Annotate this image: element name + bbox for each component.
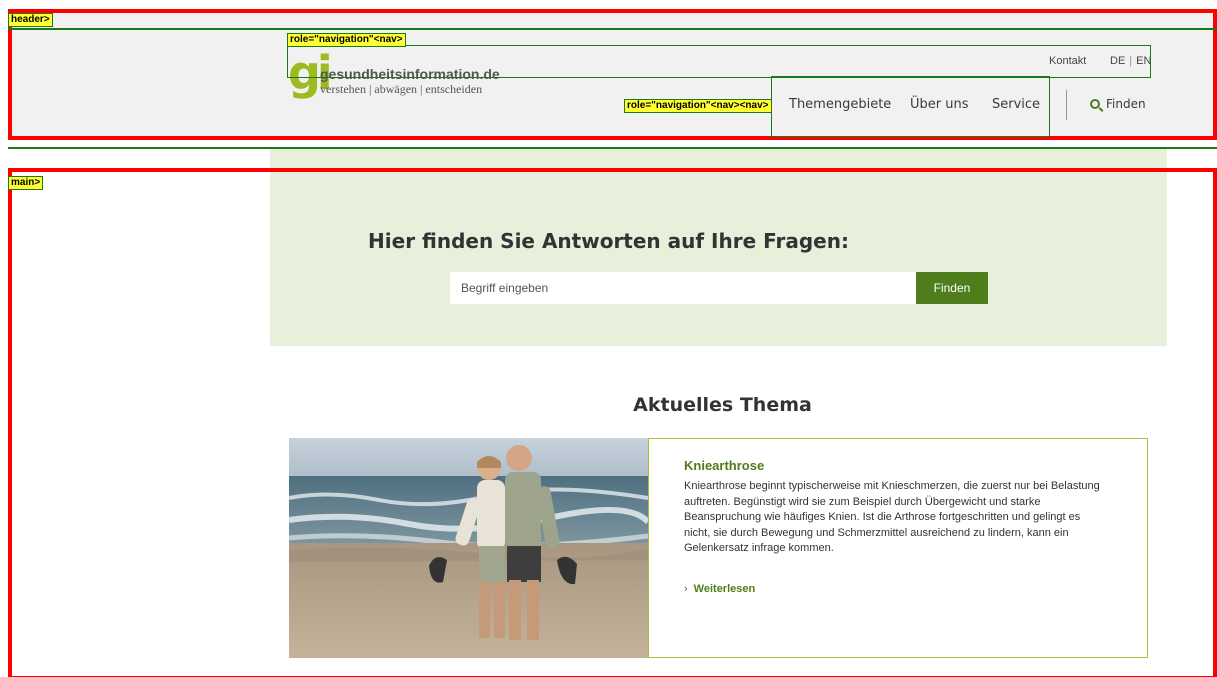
nav-item-themengebiete[interactable]: Themengebiete: [789, 97, 891, 112]
lang-de-link[interactable]: DE: [1110, 55, 1125, 67]
contact-link[interactable]: Kontakt: [1049, 55, 1086, 67]
card-title[interactable]: Kniearthrose: [684, 458, 764, 473]
site-header: [8, 9, 1217, 139]
logo-tagline: verstehen | abwägen | entscheiden: [320, 82, 483, 96]
language-switch: DE | EN: [1110, 55, 1151, 67]
nav-item-ueber-uns[interactable]: Über uns: [910, 97, 969, 112]
search-button[interactable]: Finden: [916, 272, 988, 304]
lang-separator: |: [1129, 55, 1133, 67]
logo-name: gesundheitsinformation.de: [320, 66, 500, 82]
search-link-label: Finden: [1106, 97, 1146, 111]
nav-tag-main: role="navigation"<nav><nav>: [624, 99, 772, 113]
nav-item-service[interactable]: Service: [992, 97, 1040, 112]
header-tag: header>: [8, 13, 53, 27]
chevron-right-icon: ›: [684, 583, 688, 595]
search-input[interactable]: [450, 272, 916, 304]
hero-title: Hier finden Sie Antworten auf Ihre Frage…: [368, 229, 849, 253]
couple-on-beach-photo[interactable]: [289, 438, 648, 658]
current-topic-heading: Aktuelles Thema: [633, 394, 812, 416]
site-logo[interactable]: gi gesundheitsinformation.de verstehen |…: [288, 48, 518, 106]
nav-tag-meta: role="navigation"<nav>: [287, 33, 406, 47]
search-icon: [1090, 99, 1100, 109]
read-more-label: Weiterlesen: [693, 583, 756, 595]
nav-divider: [1066, 90, 1067, 120]
card-text: Kniearthrose beginnt typischerweise mit …: [684, 480, 1100, 554]
lang-en-link[interactable]: EN: [1136, 55, 1151, 67]
main-tag: main>: [8, 176, 44, 190]
read-more-link[interactable]: › Weiterlesen: [684, 583, 755, 595]
search-link[interactable]: Finden: [1090, 97, 1146, 111]
